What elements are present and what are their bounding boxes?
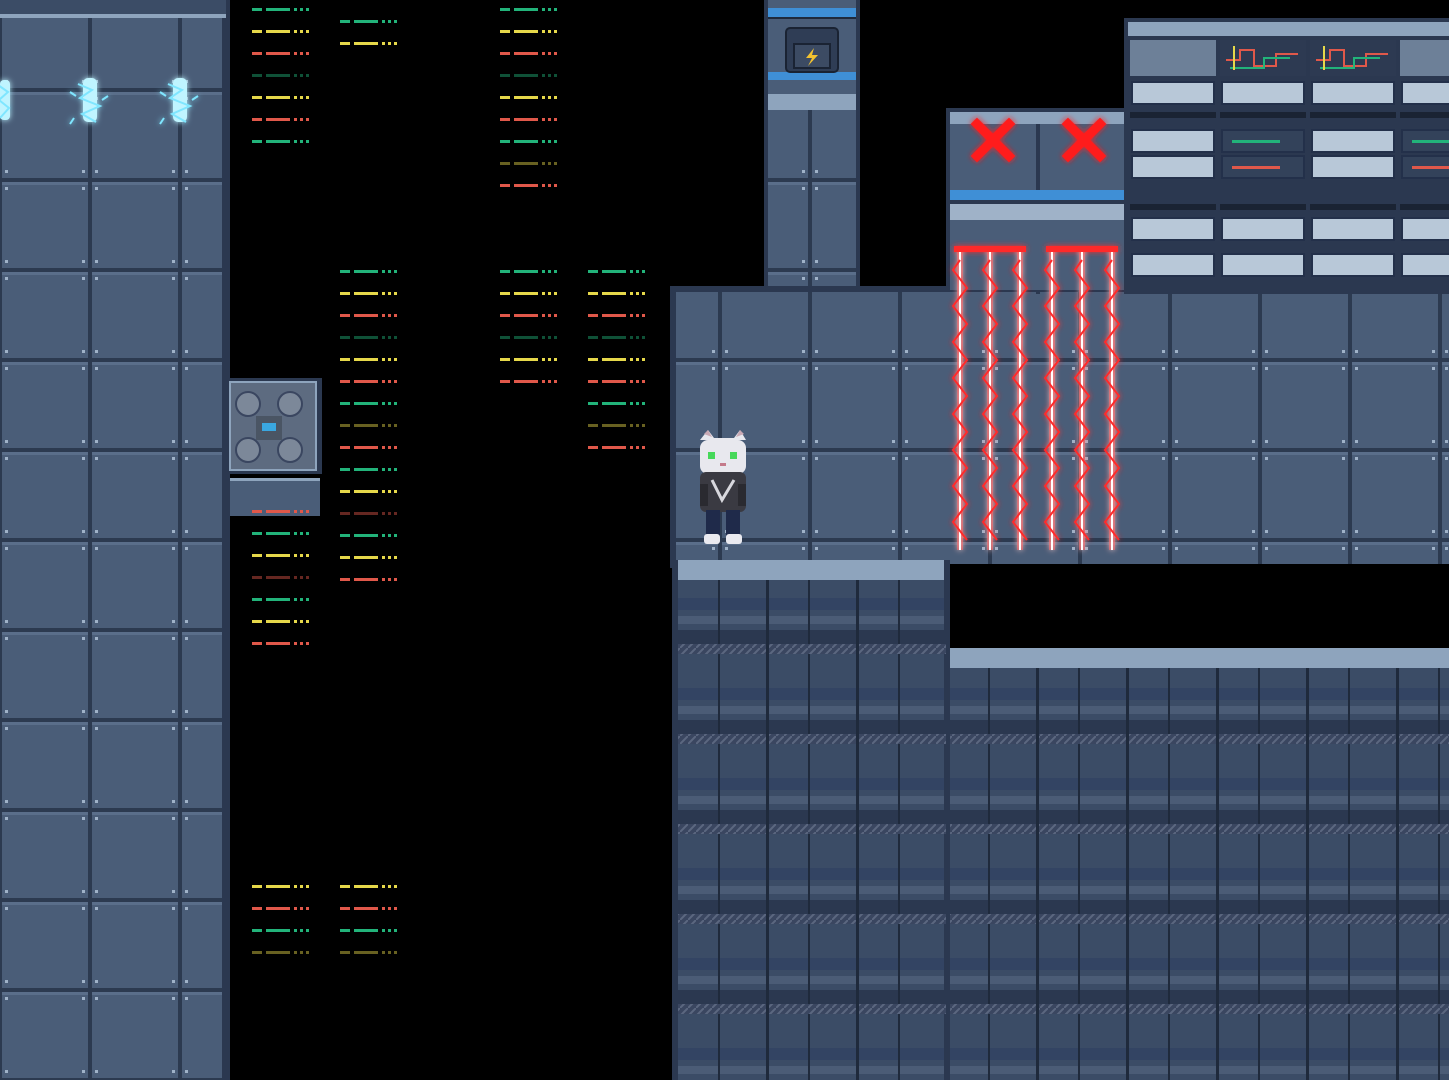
led-strip [588, 424, 645, 427]
pressure-pad[interactable] [226, 378, 322, 516]
led-strip [340, 42, 397, 45]
server-panel [1131, 129, 1215, 153]
led-strip [340, 556, 397, 559]
led-strip [588, 446, 645, 449]
cat-eye-left [708, 452, 715, 459]
power-box[interactable] [785, 27, 839, 73]
led-strip [252, 140, 309, 143]
led-strip [252, 510, 309, 513]
server-panel [1311, 129, 1395, 153]
game-scene [0, 0, 1449, 1080]
server-panel [1131, 217, 1215, 241]
led-strip [500, 184, 557, 187]
led-strip [252, 620, 309, 623]
led-strip [340, 314, 397, 317]
led-strip [500, 30, 557, 33]
server-rack-panels [1130, 40, 1449, 277]
led-strip [588, 358, 645, 361]
server-panel [1311, 253, 1395, 277]
led-strip [340, 885, 397, 888]
pad-indicator-light [262, 423, 276, 431]
led-strip [340, 468, 397, 471]
led-strip [500, 96, 557, 99]
server-panel [1131, 253, 1215, 277]
led-strip [500, 162, 557, 165]
server-panel [1130, 40, 1216, 76]
electric-spark-icon [0, 80, 11, 120]
led-strip [500, 292, 557, 295]
led-strip [588, 402, 645, 405]
led-strip [252, 96, 309, 99]
led-strip [500, 118, 557, 121]
led-strip [252, 8, 309, 11]
led-strip [252, 118, 309, 121]
led-strip [252, 554, 309, 557]
server-panel [1311, 217, 1395, 241]
lower-wall [672, 560, 1449, 1080]
server-panel [1221, 217, 1305, 241]
led-strip [340, 512, 397, 515]
led-strip [588, 380, 645, 383]
server-panel [1400, 40, 1449, 76]
led-strip [588, 336, 645, 339]
led-strip [340, 907, 397, 910]
led-strip [340, 336, 397, 339]
cat-eye-right [730, 452, 737, 459]
led-strip [500, 52, 557, 55]
central-column [764, 0, 860, 296]
led-strip [252, 30, 309, 33]
led-strip [340, 490, 397, 493]
led-strip [340, 929, 397, 932]
server-panel [1311, 155, 1395, 179]
led-strip [252, 642, 309, 645]
led-strip [340, 402, 397, 405]
led-strip [252, 74, 309, 77]
led-strip [500, 270, 557, 273]
led-strip [252, 951, 309, 954]
server-panel [1401, 253, 1449, 277]
server-panel [1131, 81, 1215, 105]
led-strip [500, 380, 557, 383]
led-strip [340, 578, 397, 581]
led-strip [252, 929, 309, 932]
server-panel [1401, 81, 1449, 105]
led-strip [252, 598, 309, 601]
led-strip [252, 532, 309, 535]
led-strip [252, 885, 309, 888]
led-strip [340, 358, 397, 361]
server-panel [1221, 253, 1305, 277]
server-panel [1221, 81, 1305, 105]
led-strip [500, 336, 557, 339]
led-strip [252, 907, 309, 910]
led-strip [588, 270, 645, 273]
led-strip [340, 424, 397, 427]
led-strip [500, 74, 557, 77]
led-strip [252, 576, 309, 579]
server-panel [1311, 81, 1395, 105]
led-strip [340, 20, 397, 23]
led-strip [500, 140, 557, 143]
led-strip [340, 446, 397, 449]
led-strip [252, 52, 309, 55]
right-floor [670, 286, 1449, 568]
server-panel [1401, 217, 1449, 241]
led-strip [340, 534, 397, 537]
server-panel [1131, 155, 1215, 179]
led-strip [500, 314, 557, 317]
led-strip [340, 951, 397, 954]
led-strip [500, 358, 557, 361]
led-strip [340, 292, 397, 295]
led-strip [340, 380, 397, 383]
led-strip [588, 314, 645, 317]
led-strip [500, 8, 557, 11]
led-strip [588, 292, 645, 295]
led-strip [340, 270, 397, 273]
left-floor [0, 0, 230, 1080]
